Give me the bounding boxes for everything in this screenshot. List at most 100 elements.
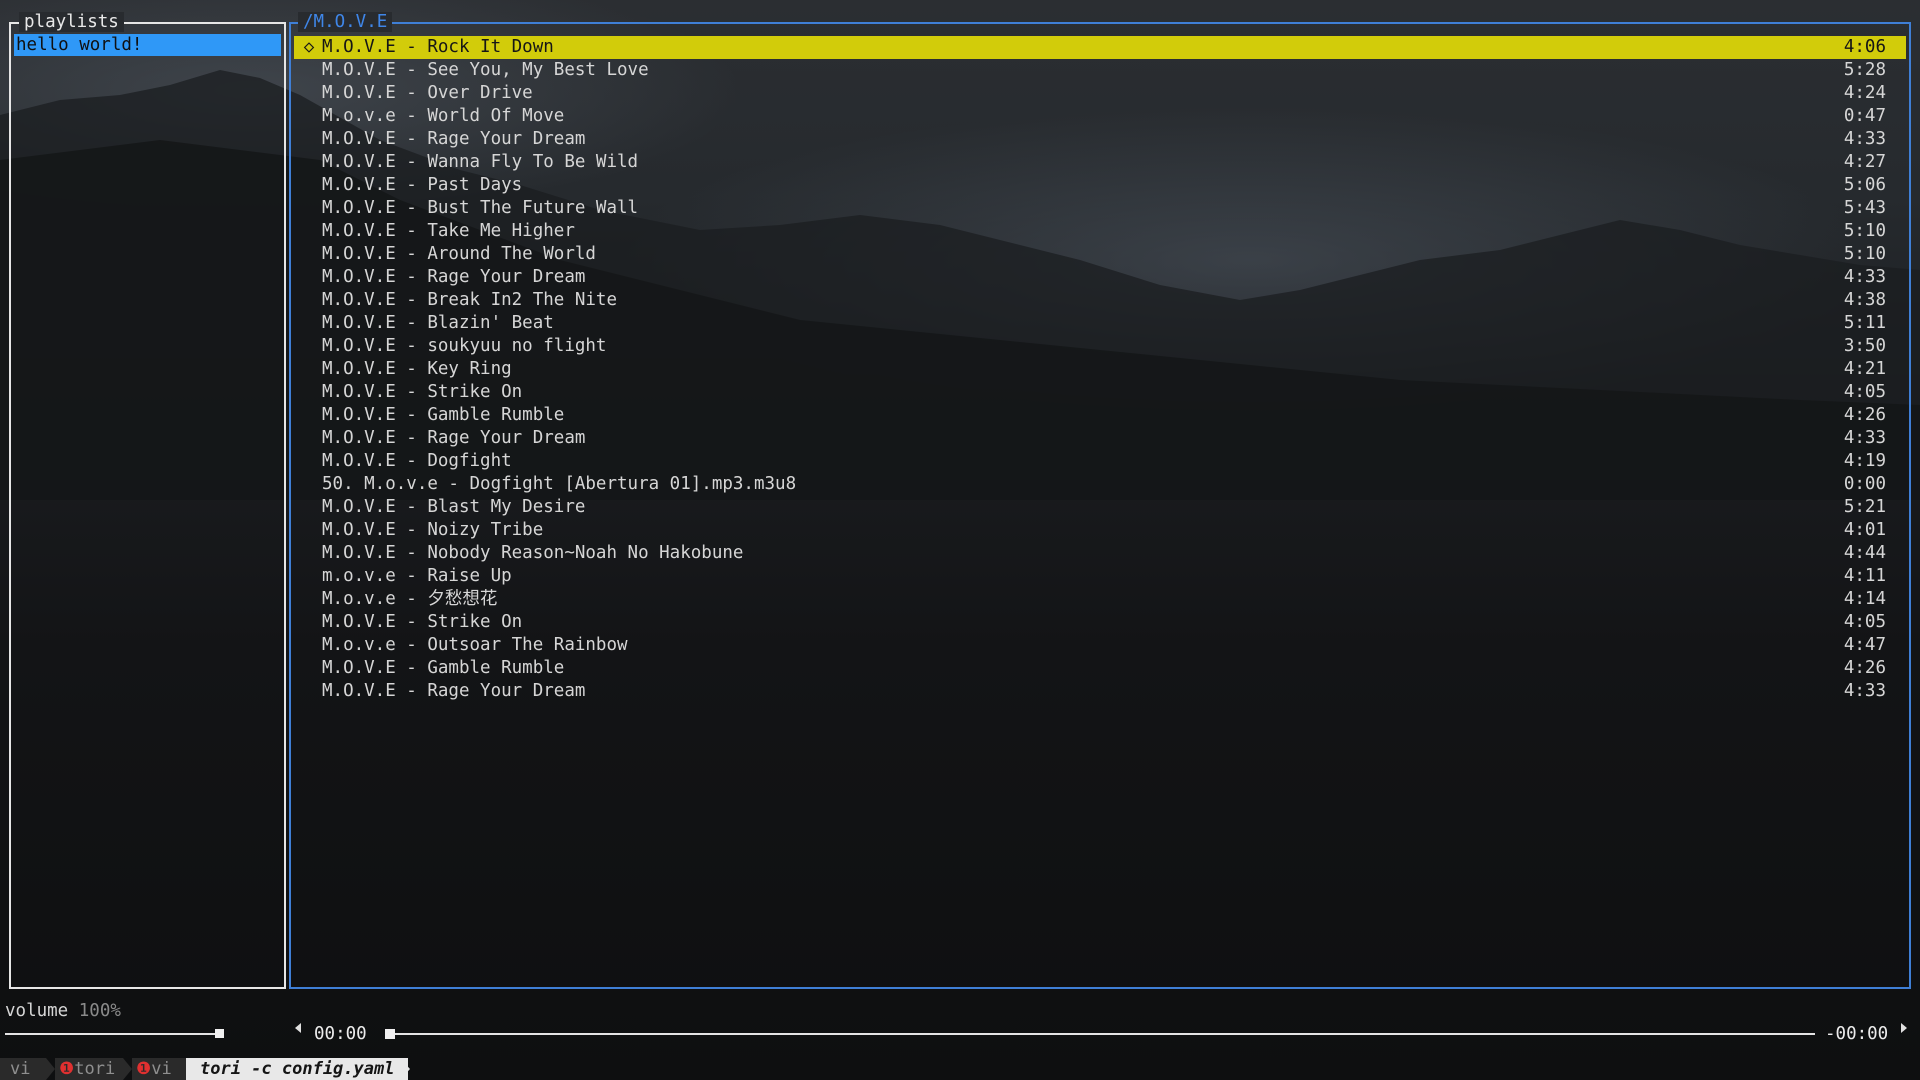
song-duration: 4:44 [1843, 543, 1886, 563]
tab-label: vi [10, 1059, 31, 1079]
song-duration: 5:10 [1843, 244, 1886, 264]
song-row[interactable]: M.O.V.E - Blast My Desire 5:21 [294, 496, 1906, 519]
song-row[interactable]: M.O.V.E - Rage Your Dream 4:33 [294, 680, 1906, 703]
time-remaining: -00:00 [1825, 1024, 1889, 1044]
song-title: M.O.V.E - Rock It Down [322, 37, 554, 57]
song-title: M.O.V.E - Rage Your Dream [322, 681, 586, 701]
song-title: M.O.V.E - Take Me Higher [322, 221, 575, 241]
song-duration: 0:47 [1843, 106, 1886, 126]
song-title: M.O.V.E - Break In2 The Nite [322, 290, 618, 310]
song-row[interactable]: M.O.V.E - Strike On 4:05 [294, 611, 1906, 634]
volume-value: 100% [78, 1001, 121, 1021]
tab-vi-2[interactable]: ❶vi [132, 1058, 186, 1080]
song-row[interactable]: m.o.v.e - Raise Up 4:11 [294, 565, 1906, 588]
volume-slider-handle[interactable] [215, 1029, 224, 1038]
song-duration: 5:06 [1843, 175, 1886, 195]
prev-track-icon[interactable] [295, 1023, 301, 1033]
volume-text: volume [5, 1001, 69, 1021]
song-row[interactable]: M.o.v.e - World Of Move 0:47 [294, 105, 1906, 128]
song-title: M.O.V.E - Rage Your Dream [322, 129, 586, 149]
song-title: M.O.V.E - Blast My Desire [322, 497, 586, 517]
song-duration: 4:19 [1843, 451, 1886, 471]
volume-slider-track[interactable] [5, 1033, 221, 1035]
time-elapsed: 00:00 [314, 1024, 367, 1044]
song-row[interactable]: M.O.V.E - Gamble Rumble 4:26 [294, 404, 1906, 427]
song-duration: 4:33 [1843, 129, 1886, 149]
song-row[interactable]: M.O.V.E - Bust The Future Wall 5:43 [294, 197, 1906, 220]
song-title: M.O.V.E - Around The World [322, 244, 596, 264]
song-row[interactable]: M.o.v.e - 夕愁想花 4:14 [294, 588, 1906, 611]
playlists-panel: playlists hello world! [9, 12, 286, 989]
song-row[interactable]: M.O.V.E - Take Me Higher 5:10 [294, 220, 1906, 243]
song-title: M.O.V.E - Strike On [322, 382, 523, 402]
song-duration: 4:05 [1843, 382, 1886, 402]
now-playing-diamond-icon: ◇ [303, 37, 315, 57]
song-duration: 4:33 [1843, 267, 1886, 287]
progress-slider-track[interactable] [395, 1033, 1815, 1035]
song-duration: 4:01 [1843, 520, 1886, 540]
song-row[interactable]: M.O.V.E - Past Days 5:06 [294, 174, 1906, 197]
song-duration: 4:14 [1843, 589, 1886, 609]
song-row[interactable]: M.O.V.E - Wanna Fly To Be Wild 4:27 [294, 151, 1906, 174]
song-row[interactable]: 50. M.o.v.e - Dogfight [Abertura 01].mp3… [294, 473, 1906, 496]
song-row[interactable]: M.O.V.E - Over Drive 4:24 [294, 82, 1906, 105]
tab-label: tori [74, 1059, 116, 1079]
song-row[interactable]: M.O.V.E - Dogfight 4:19 [294, 450, 1906, 473]
song-row[interactable]: M.O.V.E - Noizy Tribe 4:01 [294, 519, 1906, 542]
tab-tori[interactable]: ❶tori [55, 1058, 123, 1080]
song-title: M.O.V.E - Over Drive [322, 83, 533, 103]
song-duration: 0:00 [1843, 474, 1886, 494]
song-duration: 4:05 [1843, 612, 1886, 632]
song-row[interactable]: M.O.V.E - Rage Your Dream 4:33 [294, 128, 1906, 151]
song-title: M.o.v.e - Outsoar The Rainbow [322, 635, 628, 655]
song-title: 50. M.o.v.e - Dogfight [Abertura 01].mp3… [322, 474, 797, 494]
song-row[interactable]: M.O.V.E - Rage Your Dream 4:33 [294, 427, 1906, 450]
song-title: M.O.V.E - Key Ring [322, 359, 512, 379]
song-row[interactable]: M.O.V.E - Key Ring 4:21 [294, 358, 1906, 381]
song-row[interactable]: M.O.V.E - Around The World 5:10 [294, 243, 1906, 266]
song-row[interactable]: M.O.V.E - Gamble Rumble 4:26 [294, 657, 1906, 680]
active-tab-end-icon [400, 1058, 410, 1080]
status-bar: vi ❶tori ❶vi tori -c config.yaml [0, 1058, 1920, 1080]
song-row[interactable]: M.O.V.E - Rage Your Dream 4:33 [294, 266, 1906, 289]
song-title: M.o.v.e - 夕愁想花 [322, 589, 498, 609]
playlist-item[interactable]: hello world! [14, 34, 281, 56]
song-row[interactable]: M.O.V.E - Blazin' Beat 5:11 [294, 312, 1906, 335]
song-title: M.O.V.E - Rage Your Dream [322, 428, 586, 448]
song-title: M.O.V.E - soukyuu no flight [322, 336, 607, 356]
song-title: M.O.V.E - Gamble Rumble [322, 405, 565, 425]
song-duration: 3:50 [1843, 336, 1886, 356]
song-title: M.O.V.E - Strike On [322, 612, 523, 632]
song-row-current[interactable]: ◇ M.O.V.E - Rock It Down 4:06 [294, 36, 1906, 59]
song-duration: 4:47 [1843, 635, 1886, 655]
active-command: tori -c config.yaml [186, 1058, 408, 1080]
tab-label: vi [151, 1059, 172, 1079]
song-duration: 4:21 [1843, 359, 1886, 379]
song-row[interactable]: M.O.V.E - Nobody Reason~Noah No Hakobune… [294, 542, 1906, 565]
song-duration: 5:10 [1843, 221, 1886, 241]
volume-label: volume 100% [5, 1000, 121, 1022]
song-duration: 5:11 [1843, 313, 1886, 333]
song-duration: 4:38 [1843, 290, 1886, 310]
song-duration: 4:24 [1843, 83, 1886, 103]
song-duration: 4:33 [1843, 681, 1886, 701]
progress-slider-handle[interactable] [385, 1029, 395, 1039]
song-title: M.O.V.E - Noizy Tribe [322, 520, 544, 540]
song-duration: 4:27 [1843, 152, 1886, 172]
tab-separator-icon [123, 1058, 132, 1080]
song-row[interactable]: M.O.V.E - Break In2 The Nite 4:38 [294, 289, 1906, 312]
tab-vi-1[interactable]: vi [0, 1058, 46, 1080]
song-row[interactable]: M.O.V.E - Strike On 4:05 [294, 381, 1906, 404]
tab-indicator-icon: ❶ [136, 1059, 152, 1079]
song-title: M.O.V.E - See You, My Best Love [322, 60, 649, 80]
song-duration: 4:26 [1843, 405, 1886, 425]
song-row[interactable]: M.O.V.E - soukyuu no flight 3:50 [294, 335, 1906, 358]
song-row[interactable]: M.O.V.E - See You, My Best Love 5:28 [294, 59, 1906, 82]
song-title: M.o.v.e - World Of Move [322, 106, 565, 126]
song-title: m.o.v.e - Raise Up [322, 566, 512, 586]
song-title: M.O.V.E - Dogfight [322, 451, 512, 471]
song-title: M.O.V.E - Blazin' Beat [322, 313, 554, 333]
next-track-icon[interactable] [1901, 1023, 1907, 1033]
song-row[interactable]: M.o.v.e - Outsoar The Rainbow 4:47 [294, 634, 1906, 657]
song-duration: 4:06 [1843, 37, 1886, 57]
